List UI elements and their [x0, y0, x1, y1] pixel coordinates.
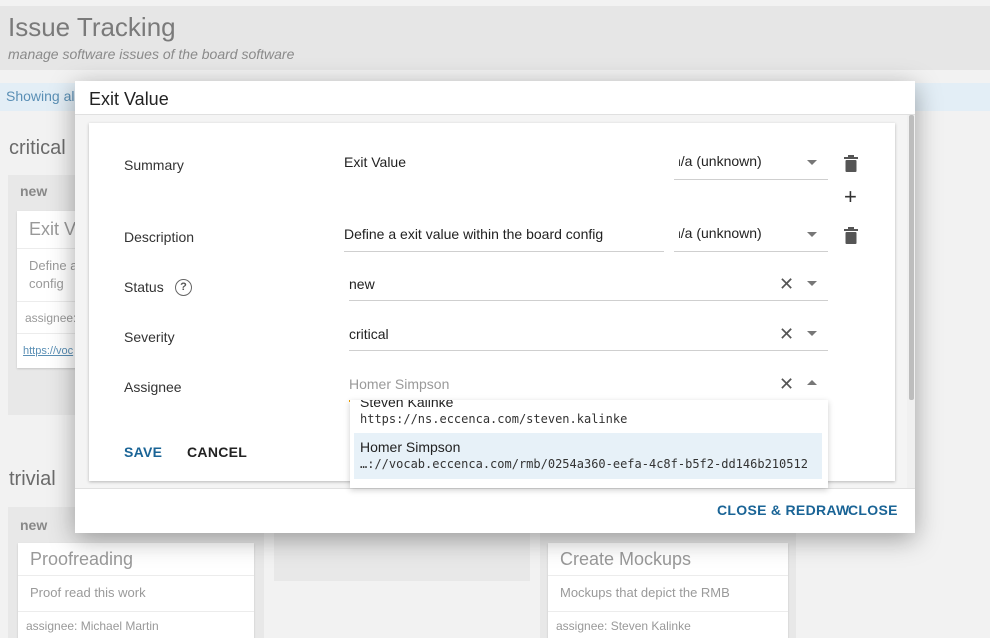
chevron-down-icon[interactable]	[807, 331, 817, 336]
issue-card[interactable]: Create Mockups Mockups that depict the R…	[548, 543, 788, 638]
add-icon[interactable]: +	[844, 186, 857, 208]
card-divider	[548, 611, 788, 612]
card-description: Define a	[29, 258, 78, 273]
severity-label: Severity	[124, 329, 175, 345]
column-title: new	[20, 183, 48, 199]
summary-input[interactable]: Exit Value	[344, 154, 406, 170]
card-description-line2: config	[29, 276, 64, 291]
summary-language-select[interactable]: n/a (unknown)	[679, 153, 829, 177]
option-uri: https://ns.eccenca.com/steven.kalinke	[360, 412, 628, 426]
card-divider	[548, 575, 788, 576]
chevron-down-icon[interactable]	[807, 281, 817, 286]
card-assignee: assignee: Michael Martin	[26, 619, 159, 633]
field-underline	[674, 179, 828, 180]
clear-icon[interactable]: ✕	[779, 375, 794, 393]
help-icon[interactable]: ?	[175, 279, 192, 296]
dropdown-option[interactable]: Steven Kalinke https://ns.eccenca.com/st…	[350, 400, 828, 434]
delete-icon[interactable]	[844, 227, 858, 244]
card-assignee: assignee:	[25, 311, 77, 325]
status-label: Status	[124, 279, 164, 295]
info-text: Showing al	[6, 88, 75, 104]
summary-label: Summary	[124, 157, 184, 173]
close-redraw-button[interactable]: CLOSE & REDRAW	[717, 502, 850, 518]
card-divider	[18, 611, 254, 612]
card-description: Mockups that depict the RMB	[560, 585, 730, 600]
page-title: Issue Tracking	[8, 12, 176, 42]
language-value: n/a (unknown)	[679, 153, 762, 169]
chevron-up-icon[interactable]	[807, 380, 817, 385]
dropdown-option-highlighted[interactable]: Homer Simpson …://vocab.eccenca.com/rmb/…	[354, 433, 822, 479]
divider	[75, 488, 915, 489]
card-assignee: assignee: Steven Kalinke	[556, 619, 691, 633]
description-language-select[interactable]: n/a (unknown)	[679, 225, 829, 249]
severity-title-critical: critical	[9, 137, 66, 159]
field-underline	[674, 251, 828, 252]
chevron-down-icon[interactable]	[807, 160, 817, 165]
option-uri: …://vocab.eccenca.com/rmb/0254a360-eefa-…	[360, 457, 808, 471]
description-label: Description	[124, 229, 195, 245]
card-title: Proofreading	[30, 549, 134, 569]
status-select[interactable]: new	[349, 276, 375, 292]
severity-title-trivial: trivial	[9, 468, 56, 490]
scrollbar-thumb[interactable]	[909, 115, 914, 400]
language-value: n/a (unknown)	[679, 225, 762, 241]
clear-icon[interactable]: ✕	[779, 325, 794, 343]
card-divider	[18, 575, 254, 576]
field-underline	[344, 251, 664, 252]
description-input[interactable]: Define a exit value within the board con…	[344, 226, 603, 242]
page-subtitle: manage software issues of the board soft…	[8, 46, 295, 62]
card-title: Exit V	[29, 219, 77, 239]
assignee-dropdown: Steven Kalinke https://ns.eccenca.com/st…	[350, 400, 828, 488]
issue-card[interactable]: Proofreading Proof read this work assign…	[18, 543, 254, 638]
field-underline	[349, 350, 828, 351]
delete-icon[interactable]	[844, 155, 858, 172]
assignee-select[interactable]: Homer Simpson	[349, 376, 449, 392]
option-name: Homer Simpson	[360, 439, 461, 455]
option-name: Steven Kalinke	[360, 400, 454, 410]
save-button[interactable]: SAVE	[124, 444, 162, 460]
assignee-label: Assignee	[124, 379, 182, 395]
severity-select[interactable]: critical	[349, 326, 389, 342]
cancel-button[interactable]: CANCEL	[187, 444, 247, 460]
card-title: Create Mockups	[560, 549, 692, 569]
chevron-down-icon[interactable]	[807, 232, 817, 237]
scrollbar[interactable]	[907, 115, 915, 488]
dialog-title: Exit Value	[89, 89, 169, 109]
card-description: Proof read this work	[30, 585, 146, 600]
clear-icon[interactable]: ✕	[779, 275, 794, 293]
column-title: new	[20, 517, 48, 533]
page-header: Issue Tracking manage software issues of…	[0, 6, 990, 70]
card-link[interactable]: https://voc	[23, 345, 73, 357]
field-underline	[349, 300, 828, 301]
close-button[interactable]: CLOSE	[848, 502, 898, 518]
